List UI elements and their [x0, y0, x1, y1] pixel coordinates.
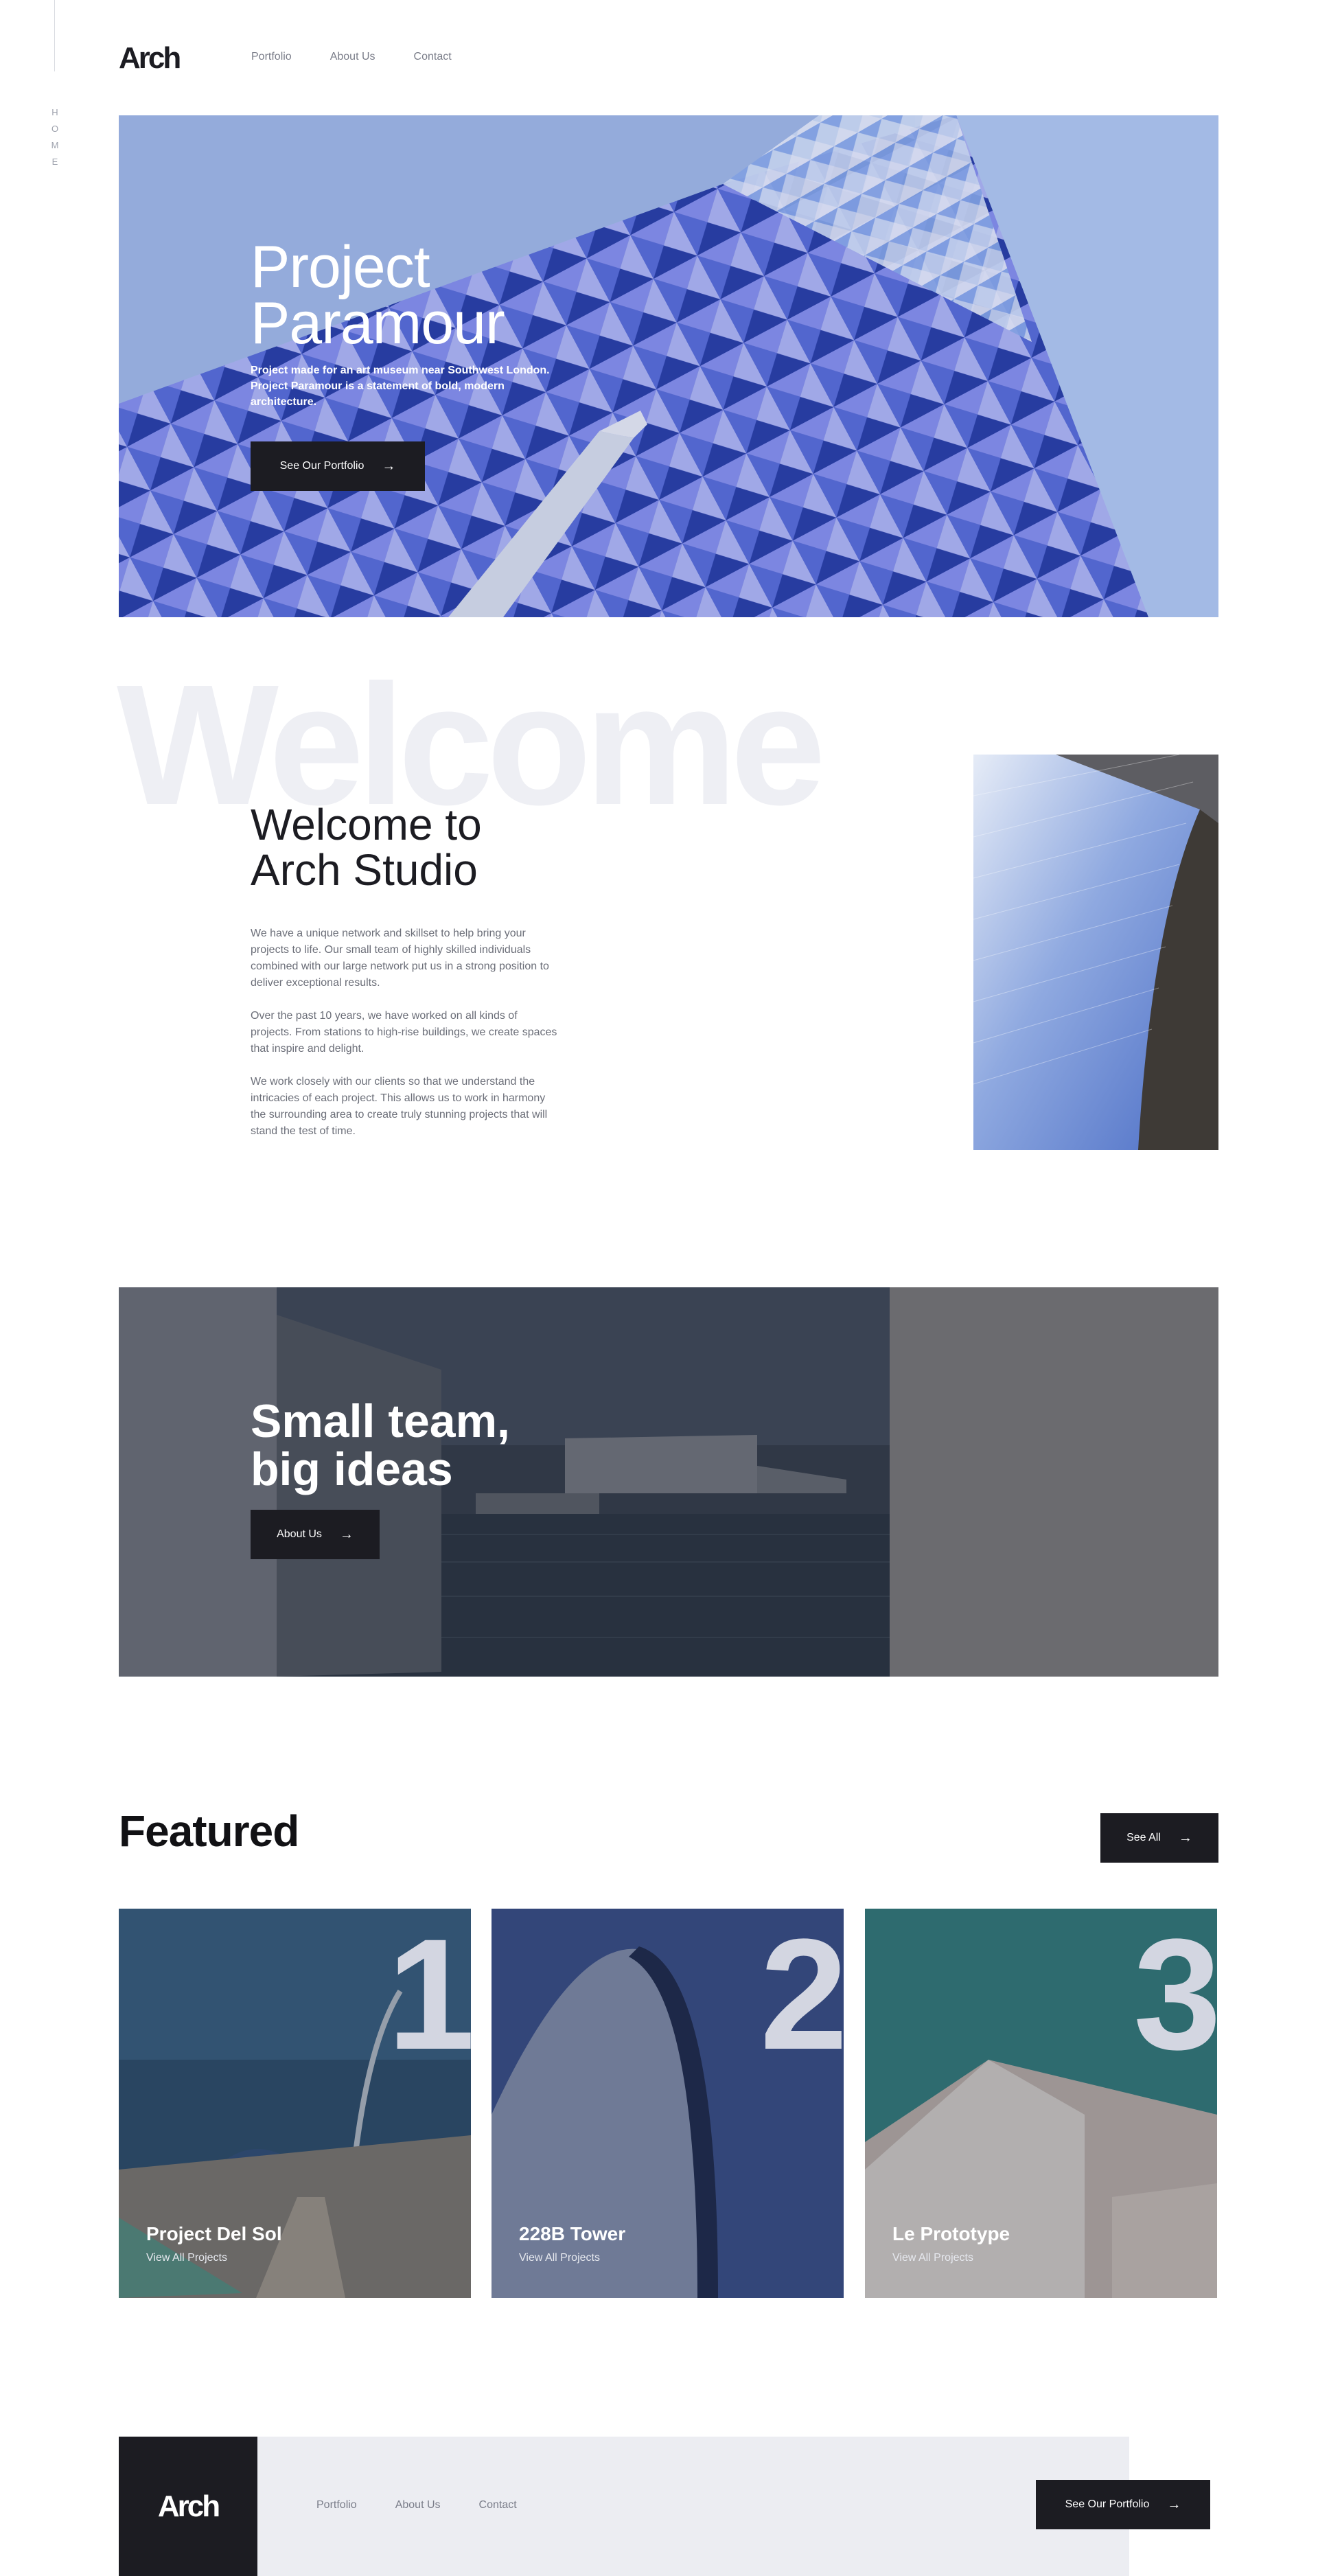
welcome-paragraph: We work closely with our clients so that…: [251, 1076, 548, 1137]
nav-contact[interactable]: Contact: [414, 51, 452, 63]
team-title: Small team, big ideas: [251, 1397, 510, 1493]
welcome-title-line1: Welcome to: [251, 800, 482, 849]
footer: [119, 2437, 1129, 2576]
arrow-right-icon: →: [339, 1527, 354, 1542]
welcome-building-image: [973, 755, 1218, 1150]
footer-nav-portfolio[interactable]: Portfolio: [316, 2499, 357, 2511]
nav-about-us[interactable]: About Us: [330, 51, 375, 63]
hero-title: Project Paramour: [251, 234, 505, 356]
hero-description: Project made for an art museum near Sout…: [251, 365, 550, 408]
logo[interactable]: Arch: [119, 41, 181, 76]
footer-nav-about-us[interactable]: About Us: [395, 2499, 441, 2511]
small-team-banner: Small team, big ideas About Us →: [119, 1287, 1218, 1677]
team-title-line2: big ideas: [251, 1443, 453, 1495]
card-project-name: 228B Tower: [519, 2223, 626, 2244]
footer-see-portfolio-button-label: See Our Portfolio: [1065, 2498, 1150, 2510]
about-us-button-label: About Us: [277, 1528, 322, 1540]
welcome-paragraph: We have a unique network and skillset to…: [251, 928, 549, 989]
footer-nav-contact[interactable]: Contact: [479, 2499, 517, 2511]
welcome-body: We have a unique network and skillset to…: [251, 925, 559, 1156]
about-us-button[interactable]: About Us →: [251, 1510, 380, 1559]
card-view-all-link[interactable]: View All Projects: [519, 2252, 600, 2264]
see-all-button[interactable]: See All →: [1100, 1813, 1218, 1863]
footer-logo-box[interactable]: Arch: [119, 2437, 257, 2576]
featured-title: Featured: [119, 1806, 299, 1856]
card-number: 2: [760, 1909, 844, 2082]
featured-card-2[interactable]: 2 228B Tower View All Projects: [492, 1909, 844, 2298]
card-view-all-link[interactable]: View All Projects: [892, 2252, 973, 2264]
featured-card-3[interactable]: 3 Le Prototype View All Projects: [865, 1909, 1217, 2298]
side-rail-line: [54, 0, 55, 71]
hero-banner: Project Paramour Project made for an art…: [119, 115, 1218, 617]
nav-portfolio[interactable]: Portfolio: [251, 51, 292, 63]
card-view-all-link[interactable]: View All Projects: [146, 2252, 227, 2264]
card-project-name: Le Prototype: [892, 2223, 1010, 2244]
hero-title-line1: Project: [251, 234, 430, 300]
team-title-line1: Small team,: [251, 1395, 510, 1447]
footer-nav: Portfolio About Us Contact: [316, 2499, 555, 2511]
featured-card-1[interactable]: 1 Project Del Sol View All Projects: [119, 1909, 471, 2298]
card-number: 3: [1133, 1909, 1217, 2082]
footer-see-portfolio-button[interactable]: See Our Portfolio →: [1036, 2480, 1210, 2529]
card-number: 1: [387, 1909, 471, 2082]
arrow-right-icon: →: [1178, 1830, 1192, 1845]
welcome-title: Welcome to Arch Studio: [251, 802, 482, 893]
hero-title-line2: Paramour: [251, 290, 505, 356]
main-nav: Portfolio About Us Contact: [251, 51, 490, 63]
side-section-label: HOME: [51, 107, 59, 167]
see-portfolio-button[interactable]: See Our Portfolio →: [251, 441, 425, 491]
welcome-title-line2: Arch Studio: [251, 845, 478, 895]
card-project-name: Project Del Sol: [146, 2223, 282, 2244]
footer-logo: Arch: [157, 2489, 220, 2523]
arrow-right-icon: →: [382, 459, 396, 474]
see-all-button-label: See All: [1126, 1832, 1161, 1843]
see-portfolio-button-label: See Our Portfolio: [279, 460, 365, 472]
arrow-right-icon: →: [1167, 2497, 1181, 2512]
welcome-paragraph: Over the past 10 years, we have worked o…: [251, 1010, 557, 1055]
